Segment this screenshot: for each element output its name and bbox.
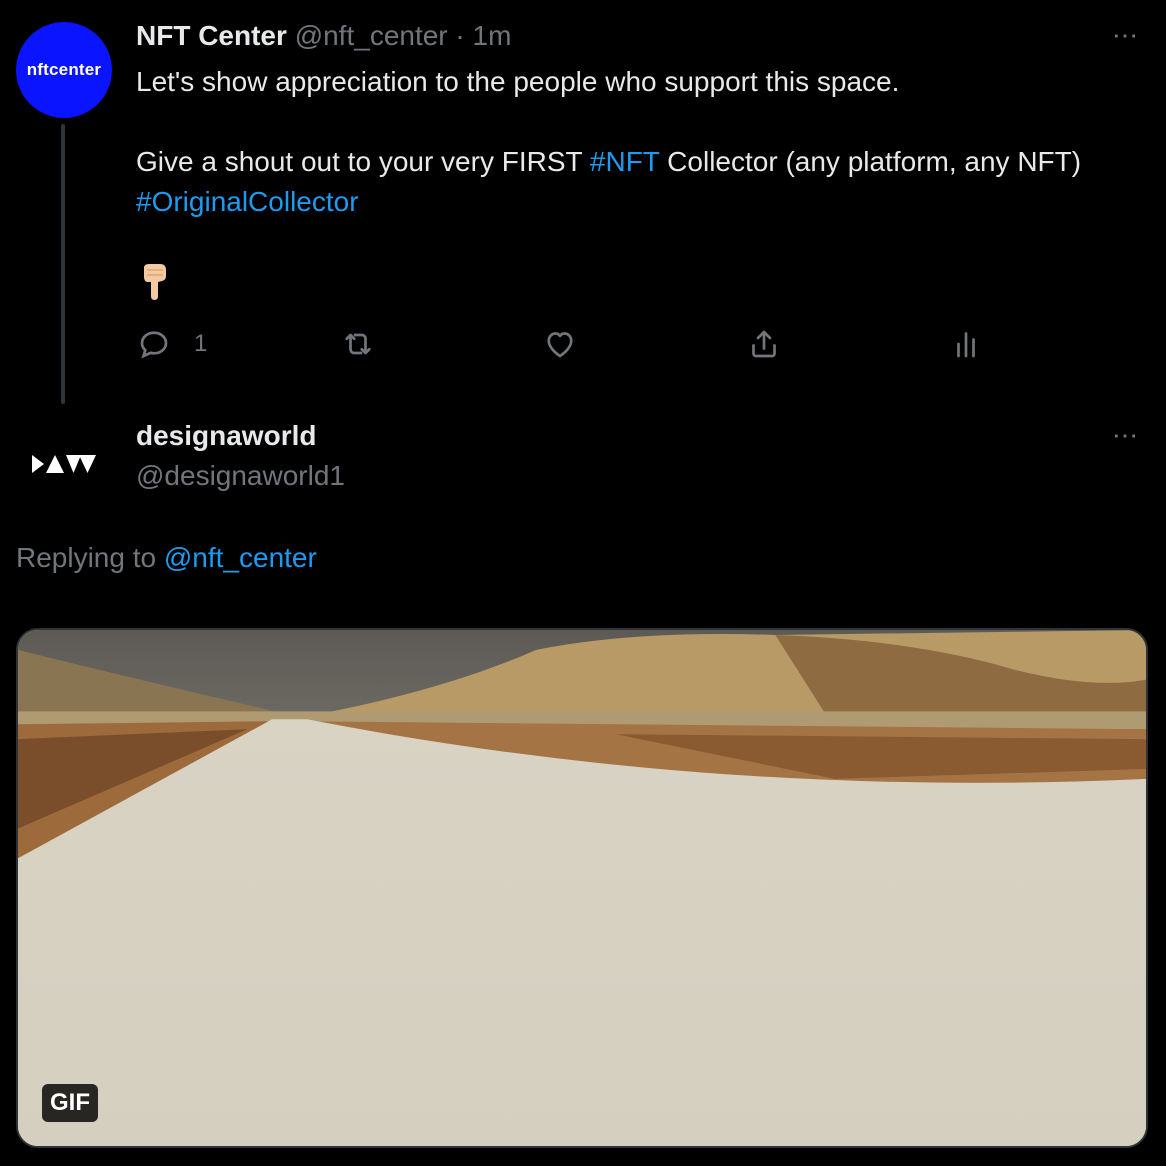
tweet-text-line-1: Let's show appreciation to the people wh… xyxy=(136,66,900,97)
tweet-time[interactable]: 1m xyxy=(473,20,512,51)
author-handle[interactable]: @designaworld1 xyxy=(136,460,345,492)
retweet-icon xyxy=(345,333,371,355)
share-icon xyxy=(752,330,776,358)
avatar[interactable]: nftcenter xyxy=(16,22,112,118)
tweet-text-line-3: #OriginalCollector xyxy=(136,182,359,222)
hashtag-original-collector[interactable]: #OriginalCollector xyxy=(136,186,359,217)
gif-badge: GIF xyxy=(42,1084,98,1122)
separator: · xyxy=(447,20,473,51)
hashtag-nft[interactable]: #NFT xyxy=(590,146,660,177)
retweet-button[interactable] xyxy=(340,326,376,362)
gif-media[interactable]: GIF xyxy=(16,628,1148,1148)
replying-handle-link[interactable]: @nft_center xyxy=(164,542,317,573)
designaworld-logo-icon xyxy=(32,455,96,473)
reply-count: 1 xyxy=(194,330,208,357)
analytics-button[interactable] xyxy=(948,326,984,362)
desert-road-image xyxy=(18,630,1146,1146)
text-segment: Collector (any platform, any NFT) xyxy=(659,146,1082,177)
replying-to: Replying to @nft_center xyxy=(16,542,317,574)
more-options-icon[interactable]: ⋯ xyxy=(1112,22,1139,48)
analytics-icon xyxy=(957,332,975,358)
text-segment: Give a shout out to your very FIRST xyxy=(136,146,590,177)
avatar-text: nftcenter xyxy=(26,60,102,79)
share-button[interactable] xyxy=(746,326,782,362)
reply-icon xyxy=(140,331,168,359)
heart-icon xyxy=(547,332,573,358)
avatar[interactable] xyxy=(20,420,108,508)
more-options-icon[interactable]: ⋯ xyxy=(1112,422,1139,448)
reply-button[interactable]: 1 xyxy=(136,326,207,362)
author-handle[interactable]: @nft_center xyxy=(295,20,448,51)
author-name[interactable]: designaworld xyxy=(136,420,316,452)
thread-line xyxy=(61,124,65,404)
like-button[interactable] xyxy=(542,326,578,362)
author-name[interactable]: NFT Center xyxy=(136,20,287,51)
replying-label: Replying to xyxy=(16,542,164,573)
tweet-text-line-2: Give a shout out to your very FIRST #NFT… xyxy=(136,142,1081,182)
pointing-down-emoji-icon xyxy=(144,264,166,300)
tweet-header: NFT Center @nft_center · 1m xyxy=(136,20,511,52)
